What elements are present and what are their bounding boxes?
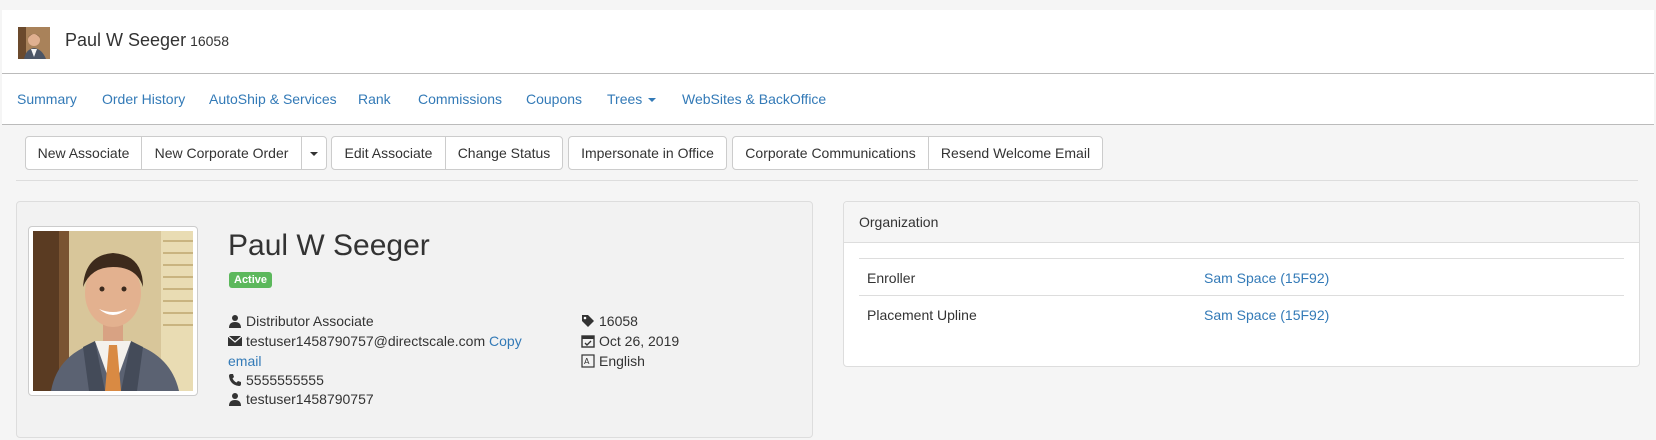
phone-value: 5555555555 <box>246 372 324 388</box>
tab-order-history[interactable]: Order History <box>102 91 185 107</box>
new-corporate-order-button[interactable]: New Corporate Order <box>141 136 302 170</box>
status-badge: Active <box>229 272 273 288</box>
associate-type-line: Distributor Associate <box>228 311 374 331</box>
svg-text:A: A <box>584 357 590 366</box>
table-row: Enroller Sam Space (15F92) <box>859 258 1624 295</box>
organization-title: Organization <box>859 214 939 230</box>
placement-upline-label: Placement Upline <box>867 307 977 323</box>
id-line: 16058 <box>581 311 638 331</box>
calendar-check-icon <box>581 335 595 348</box>
user-icon <box>229 393 241 406</box>
page-header: Paul W Seeger 16058 <box>2 10 1654 74</box>
header-id: 16058 <box>190 33 229 49</box>
organization-header: Organization <box>844 202 1639 243</box>
change-status-button[interactable]: Change Status <box>445 136 563 170</box>
tab-websites-backoffice[interactable]: WebSites & BackOffice <box>682 91 826 107</box>
tag-icon <box>582 315 594 327</box>
username-value: testuser1458790757 <box>246 391 374 407</box>
enroller-link[interactable]: Sam Space (15F92) <box>1204 270 1329 286</box>
associate-id: 16058 <box>599 313 638 329</box>
email-line: testuser1458790757@directscale.com Copy e… <box>228 331 528 371</box>
avatar <box>18 27 50 59</box>
phone-line: 5555555555 <box>228 370 324 390</box>
header-name: Paul W Seeger <box>65 30 187 50</box>
profile-photo-frame <box>28 226 198 396</box>
tab-rank[interactable]: Rank <box>358 91 391 107</box>
tab-autoship-services[interactable]: AutoShip & Services <box>209 91 337 107</box>
envelope-icon <box>228 335 242 346</box>
tab-summary[interactable]: Summary <box>17 91 77 107</box>
profile-panel: Paul W Seeger Active Distributor Associa… <box>16 201 813 438</box>
user-icon <box>229 315 241 328</box>
caret-down-icon <box>310 152 318 157</box>
tab-trees-label: Trees <box>607 91 643 107</box>
new-associate-button[interactable]: New Associate <box>25 136 142 170</box>
tab-commissions[interactable]: Commissions <box>418 91 502 107</box>
caret-down-icon <box>648 98 657 103</box>
signup-date: Oct 26, 2019 <box>599 333 680 349</box>
username-line: testuser1458790757 <box>228 389 374 409</box>
profile-photo <box>33 231 193 391</box>
corporate-communications-button[interactable]: Corporate Communications <box>732 136 929 170</box>
copy-label: Copy <box>489 333 522 349</box>
email-value: testuser1458790757@directscale.com <box>246 333 486 349</box>
date-line: Oct 26, 2019 <box>581 331 679 351</box>
placement-upline-link[interactable]: Sam Space (15F92) <box>1204 307 1329 323</box>
language-line: A English <box>581 351 645 371</box>
tab-coupons[interactable]: Coupons <box>526 91 582 107</box>
edit-associate-button[interactable]: Edit Associate <box>331 136 446 170</box>
divider <box>16 180 1638 181</box>
profile-name: Paul W Seeger <box>228 229 430 262</box>
enroller-label: Enroller <box>867 270 916 286</box>
language-icon: A <box>581 354 595 368</box>
copy-label-email: email <box>228 353 262 369</box>
header-title: Paul W Seeger 16058 <box>65 30 229 51</box>
associate-type: Distributor Associate <box>246 313 374 329</box>
resend-welcome-email-button[interactable]: Resend Welcome Email <box>928 136 1103 170</box>
organization-panel: Organization Enroller Sam Space (15F92) … <box>843 201 1640 367</box>
tab-trees[interactable]: Trees <box>607 91 657 107</box>
order-dropdown-button[interactable] <box>301 136 327 170</box>
tab-nav: Summary Order History AutoShip & Service… <box>2 74 1654 125</box>
phone-icon <box>229 374 241 386</box>
language-value: English <box>599 353 645 369</box>
impersonate-button[interactable]: Impersonate in Office <box>568 136 727 170</box>
table-row: Placement Upline Sam Space (15F92) <box>859 295 1624 332</box>
